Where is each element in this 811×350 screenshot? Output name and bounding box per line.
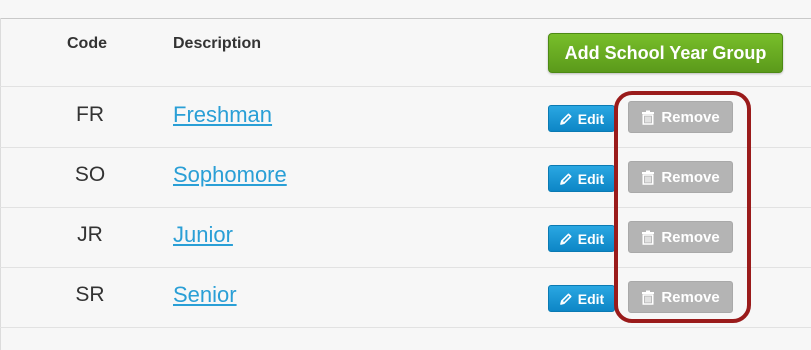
row-description-link[interactable]: Senior	[173, 282, 237, 308]
edit-label: Edit	[577, 110, 605, 127]
row-description-link[interactable]: Sophomore	[173, 162, 287, 188]
edit-button[interactable]: Edit	[548, 165, 615, 192]
pencil-icon	[559, 292, 573, 306]
row-code: SR	[75, 283, 105, 306]
row-description-link[interactable]: Junior	[173, 222, 233, 248]
edit-button[interactable]: Edit	[548, 225, 615, 252]
pencil-icon	[559, 232, 573, 246]
edit-button[interactable]: Edit	[548, 285, 615, 312]
table-header: Code Description Add School Year Group	[0, 19, 811, 87]
row-code: FR	[76, 103, 104, 126]
row-code: JR	[77, 223, 103, 246]
code-column-header: Code	[67, 35, 107, 52]
row-description-link[interactable]: Freshman	[173, 102, 272, 128]
pencil-icon	[559, 172, 573, 186]
row-code: SO	[74, 163, 106, 186]
edit-label: Edit	[577, 290, 605, 307]
pencil-icon	[559, 112, 573, 126]
edit-button[interactable]: Edit	[548, 105, 615, 132]
edit-label: Edit	[577, 230, 605, 247]
add-school-year-group-button[interactable]: Add School Year Group	[548, 33, 783, 73]
remove-buttons-highlight	[614, 91, 751, 323]
edit-label: Edit	[577, 170, 605, 187]
description-column-header: Description	[173, 35, 262, 52]
